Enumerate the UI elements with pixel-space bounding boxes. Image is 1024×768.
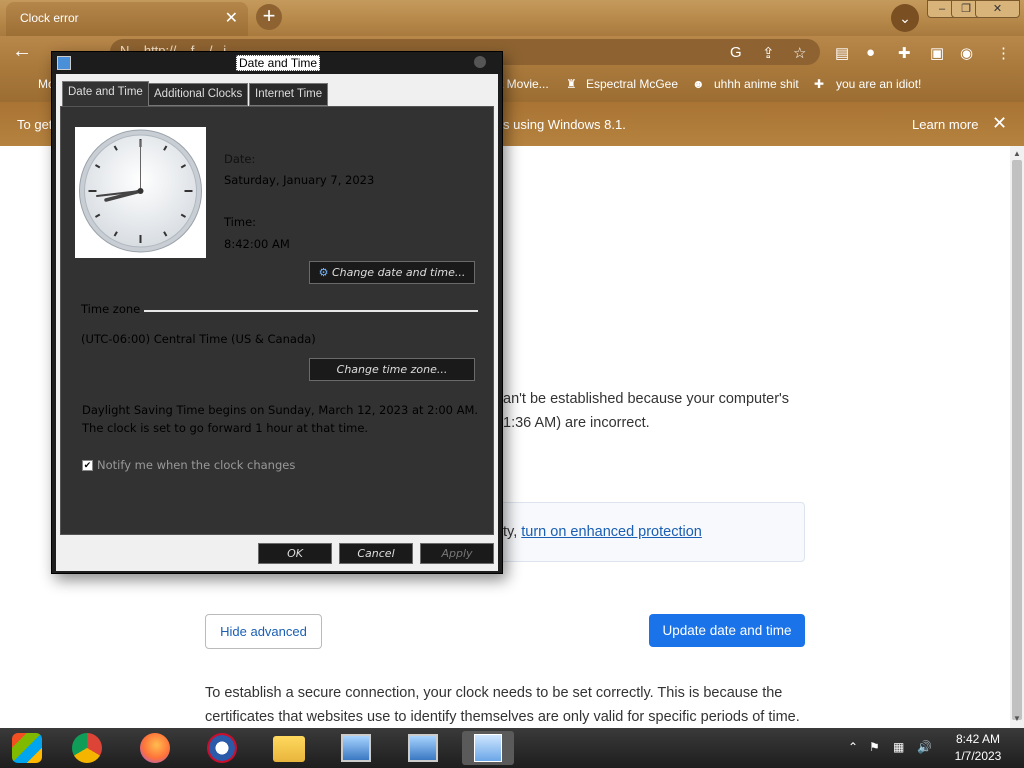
apply-button[interactable]: Apply xyxy=(420,543,494,564)
extensions-puzzle-icon[interactable]: ✚ xyxy=(898,44,911,62)
enhanced-protection-text: ty, turn on enhanced protection xyxy=(503,524,702,540)
network-tray-icon[interactable]: ▦ xyxy=(893,740,904,754)
sidepanel-icon[interactable]: ▣ xyxy=(930,44,944,62)
infobar-text-continued: s using Windows 8.1. xyxy=(503,117,626,132)
taskbar-clock-time[interactable]: 8:42 AM xyxy=(948,732,1008,746)
tab-title: Clock error xyxy=(20,11,79,25)
share-icon[interactable]: ⇪ xyxy=(762,44,775,62)
taskbar-obama-app[interactable] xyxy=(196,731,248,765)
scroll-up-icon[interactable]: ▲ xyxy=(1012,149,1022,158)
update-date-time-button[interactable]: Update date and time xyxy=(649,614,805,647)
action-center-flag-icon[interactable]: ⚑ xyxy=(869,740,880,754)
enhanced-prefix: ty, xyxy=(503,524,522,540)
tab-close-icon[interactable]: ✕ xyxy=(225,8,238,28)
cancel-button[interactable]: Cancel xyxy=(339,543,413,564)
bookmark-favicon-icon: ✚ xyxy=(814,77,825,91)
scrollbar-thumb[interactable] xyxy=(1012,160,1022,720)
bookmark-item[interactable]: t Movie... xyxy=(500,77,549,91)
bookmark-star-icon[interactable]: ☆ xyxy=(793,44,806,62)
computer-icon xyxy=(341,734,371,762)
timezone-value: (UTC-06:00) Central Time (US & Canada) xyxy=(81,332,316,346)
calendar-clock-taskbar-icon xyxy=(474,734,502,762)
notify-label: Notify me when the clock changes xyxy=(97,458,296,472)
tab-additional-clocks[interactable]: Additional Clocks xyxy=(148,83,249,106)
time-label: Time: xyxy=(224,215,257,229)
google-icon[interactable]: G xyxy=(730,44,742,61)
bookmark-favicon-icon: ☻ xyxy=(692,77,705,91)
kebab-menu-icon[interactable]: ⋮ xyxy=(996,44,1011,62)
error-text-line1: an't be established because your compute… xyxy=(503,391,790,407)
uac-shield-gear-icon: ⚙ xyxy=(318,266,329,279)
browser-tabstrip: Clock error ✕ + ⌄ – ❐ ✕ xyxy=(0,0,1024,36)
back-arrow-icon[interactable]: ← xyxy=(12,40,32,63)
tab-date-and-time[interactable]: Date and Time xyxy=(62,81,149,107)
infobar-close-icon[interactable]: ✕ xyxy=(992,113,1007,134)
timezone-separator xyxy=(144,310,478,312)
bookmark-item[interactable]: you are an idiot! xyxy=(836,77,921,91)
change-date-time-label: Change date and time... xyxy=(331,266,466,279)
enhanced-protection-link[interactable]: turn on enhanced protection xyxy=(521,524,702,540)
bookmark-favicon-icon: ♜ xyxy=(566,77,577,91)
taskbar-control-panel[interactable] xyxy=(330,731,382,765)
show-hidden-icons[interactable]: ⌃ xyxy=(848,740,858,754)
explain-text-line1: To establish a secure connection, your c… xyxy=(205,685,783,701)
page-scrollbar[interactable]: ▲ ▼ xyxy=(1010,146,1024,728)
volume-icon[interactable]: 🔊 xyxy=(917,740,932,754)
bookmark-item[interactable]: uhhh anime shit xyxy=(714,77,799,91)
calendar-clock-icon xyxy=(57,56,71,70)
analog-clock-face-icon xyxy=(79,129,202,253)
taskbar-file-explorer[interactable] xyxy=(263,731,315,765)
firefox-icon xyxy=(140,733,170,763)
folder-icon xyxy=(273,736,305,762)
taskbar-clock-date[interactable]: 1/7/2023 xyxy=(948,749,1008,763)
close-window-button[interactable]: ✕ xyxy=(975,0,1020,18)
learn-more-link[interactable]: Learn more xyxy=(912,117,978,132)
date-label: Date: xyxy=(224,152,256,166)
taskbar-network[interactable] xyxy=(397,731,449,765)
infobar-text: To get xyxy=(17,117,53,132)
extension-avatar-icon[interactable]: ● xyxy=(866,44,875,61)
hide-advanced-button[interactable]: Hide advanced xyxy=(205,614,322,649)
taskbar-firefox[interactable] xyxy=(129,731,181,765)
date-value: Saturday, January 7, 2023 xyxy=(224,173,375,187)
new-tab-button[interactable]: + xyxy=(256,4,282,30)
explain-text-line2: certificates that websites use to identi… xyxy=(205,709,800,725)
dialog-close-icon[interactable] xyxy=(474,56,486,68)
ok-button[interactable]: OK xyxy=(258,543,332,564)
windows-taskbar: ⌃ ⚑ ▦ 🔊 8:42 AM 1/7/2023 xyxy=(0,728,1024,768)
tab-internet-time[interactable]: Internet Time xyxy=(249,83,329,106)
start-orb-icon xyxy=(12,733,42,763)
error-text-line2: 1:36 AM) are incorrect. xyxy=(503,415,650,431)
analog-clock xyxy=(75,127,206,258)
app-logo-icon xyxy=(207,733,237,763)
notify-checkbox[interactable]: ✔ xyxy=(82,460,93,471)
profile-avatar-icon[interactable]: ◉ xyxy=(960,44,973,62)
date-time-dialog: Date and Time Date and Time Additional C… xyxy=(51,51,503,574)
dialog-titlebar[interactable]: Date and Time xyxy=(52,52,502,74)
bookmark-item[interactable]: Espectral McGee xyxy=(586,77,678,91)
time-value: 8:42:00 AM xyxy=(224,237,290,251)
timezone-label: Time zone xyxy=(81,302,141,316)
change-date-time-button[interactable]: ⚙ Change date and time... xyxy=(309,261,475,284)
dialog-title: Date and Time xyxy=(236,55,321,71)
browser-tab[interactable]: Clock error ✕ xyxy=(6,2,248,36)
start-button[interactable] xyxy=(1,731,53,765)
dst-text-line2: The clock is set to go forward 1 hour at… xyxy=(82,421,369,435)
chrome-icon xyxy=(72,733,102,763)
scroll-down-icon[interactable]: ▼ xyxy=(1012,714,1022,723)
taskbar-date-time[interactable] xyxy=(462,731,514,765)
taskbar-chrome[interactable] xyxy=(61,731,113,765)
tab-search-icon[interactable]: ⌄ xyxy=(891,4,919,32)
extension-flag-icon[interactable]: ▤ xyxy=(835,44,849,62)
network-computer-icon xyxy=(408,734,438,762)
change-time-zone-button[interactable]: Change time zone... xyxy=(309,358,475,381)
dst-text-line1: Daylight Saving Time begins on Sunday, M… xyxy=(82,403,479,417)
